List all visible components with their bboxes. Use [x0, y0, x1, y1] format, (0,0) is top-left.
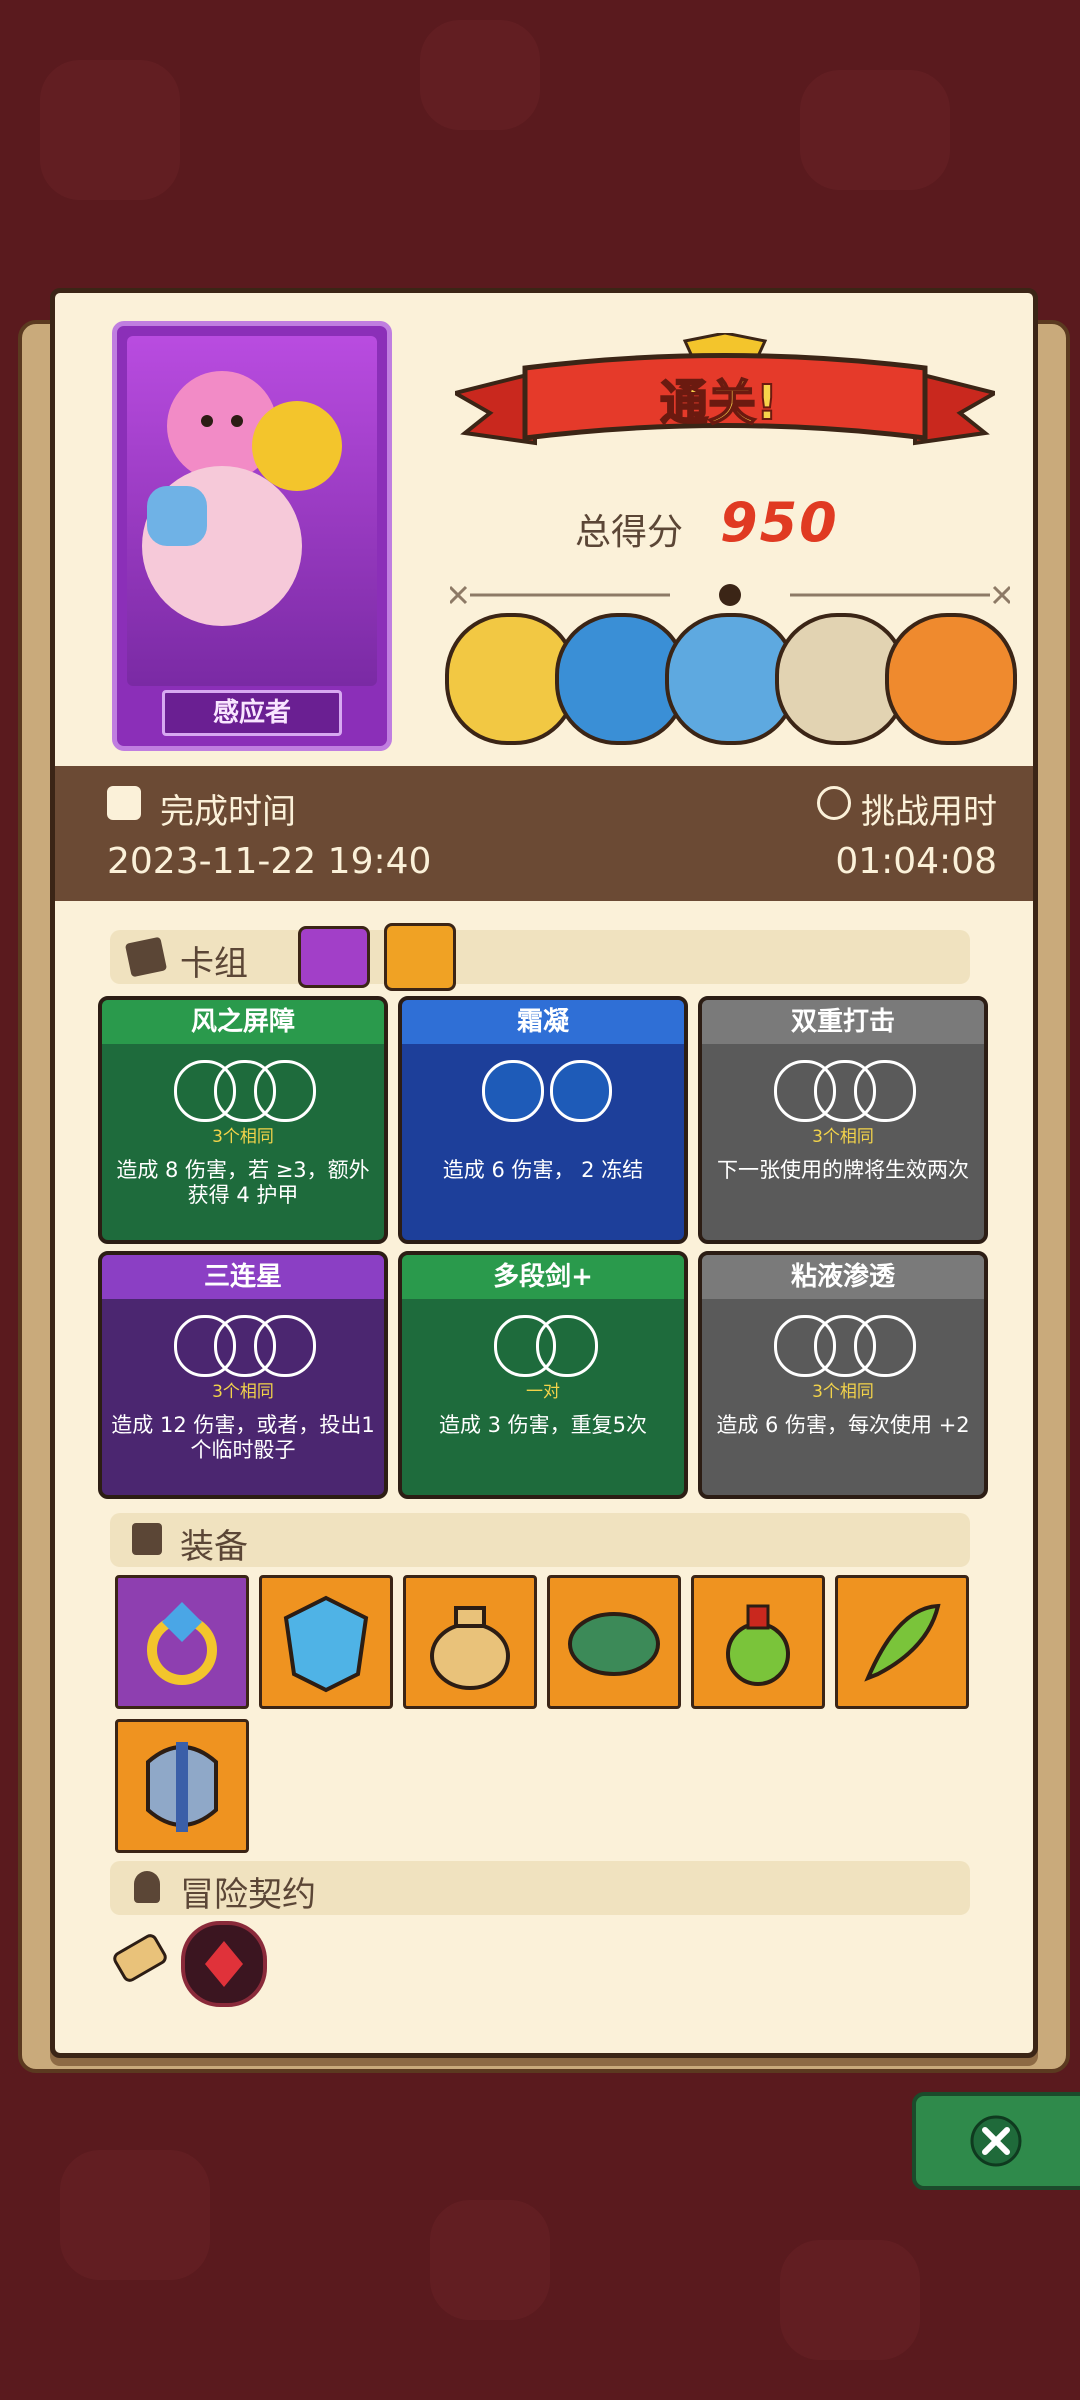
scroll-icon[interactable] — [105, 1923, 175, 1993]
challenge-time-value: 01:04:08 — [835, 841, 997, 882]
deck-section-header: 卡组 — [110, 930, 970, 984]
card-dice-slots — [402, 1060, 684, 1122]
card-double-strike[interactable]: 双重打击 3个相同 下一张使用的牌将生效两次 — [698, 996, 988, 1244]
contract-seal-icon[interactable] — [181, 1921, 267, 2007]
bg-pattern — [40, 60, 180, 200]
character-portrait[interactable]: 感应者 — [112, 321, 392, 751]
card-wind-barrier[interactable]: 风之屏障 3个相同 造成 8 伤害，若 ≥3，额外获得 4 护甲 — [98, 996, 388, 1244]
battle-axe-icon[interactable] — [115, 1719, 249, 1853]
ring-icon[interactable] — [115, 1575, 249, 1709]
card-title: 粘液渗透 — [702, 1255, 984, 1299]
cards-icon — [124, 936, 168, 978]
green-feather-icon[interactable] — [835, 1575, 969, 1709]
card-title: 多段剑+ — [402, 1255, 684, 1299]
bg-pattern — [780, 2240, 920, 2360]
card-dice-slots — [102, 1315, 384, 1377]
card-title: 风之屏障 — [102, 1000, 384, 1044]
card-title: 三连星 — [102, 1255, 384, 1299]
boss-divider — [450, 584, 1010, 606]
complete-time-label: 完成时间 — [160, 792, 296, 832]
poison-potion-icon[interactable] — [691, 1575, 825, 1709]
contract-section-header: 冒险契约 — [110, 1861, 970, 1915]
person-icon — [134, 1871, 160, 1903]
result-panel: 感应者 通关! 总得分 950 完成时间 挑战用时 2023-11-22 19:… — [50, 288, 1038, 2058]
calendar-icon — [107, 786, 141, 820]
card-triple-star[interactable]: 三连星 3个相同 造成 12 伤害，或者，投出1个临时骰子 — [98, 1251, 388, 1499]
bg-pattern — [60, 2150, 210, 2280]
card-dice-slots — [402, 1315, 684, 1377]
card-description: 下一张使用的牌将生效两次 — [717, 1158, 969, 1182]
deck-filter-orange-icon[interactable] — [384, 923, 456, 991]
card-title: 霜凝 — [402, 1000, 684, 1044]
card-description: 造成 3 伤害，重复5次 — [438, 1413, 648, 1437]
card-title: 双重打击 — [702, 1000, 984, 1044]
time-bar: 完成时间 挑战用时 2023-11-22 19:40 01:04:08 — [55, 766, 1033, 901]
card-dice-slots — [102, 1060, 384, 1122]
card-frost[interactable]: 霜凝 造成 6 伤害， 2 冻结 — [398, 996, 688, 1244]
equipment-section-header: 装备 — [110, 1513, 970, 1567]
deck-filter-purple-icon[interactable] — [298, 926, 370, 988]
card-description: 造成 8 伤害，若 ≥3，额外获得 4 护甲 — [116, 1158, 370, 1207]
character-art — [127, 336, 377, 686]
equipment-title: 装备 — [180, 1527, 248, 1567]
card-slime-seep[interactable]: 粘液渗透 3个相同 造成 6 伤害，每次使用 +2 — [698, 1251, 988, 1499]
card-multi-sword[interactable]: 多段剑+ 一对 造成 3 伤害，重复5次 — [398, 1251, 688, 1499]
card-condition: 3个相同 — [212, 1127, 274, 1147]
boss-gem-golem-icon[interactable] — [885, 613, 1017, 745]
card-condition: 3个相同 — [212, 1382, 274, 1402]
card-dice-slots — [702, 1060, 984, 1122]
ice-shield-icon[interactable] — [259, 1575, 393, 1709]
victory-title: 通关! — [659, 374, 779, 432]
card-condition: 3个相同 — [812, 1127, 874, 1147]
card-dice-slots — [702, 1315, 984, 1377]
defeated-bosses — [445, 613, 1017, 745]
bg-pattern — [430, 2200, 550, 2320]
character-name: 感应者 — [162, 690, 342, 736]
close-icon — [970, 2115, 1022, 2167]
score-label: 总得分 — [575, 512, 684, 553]
card-condition: 3个相同 — [812, 1382, 874, 1402]
contract-title: 冒险契约 — [180, 1875, 316, 1915]
challenge-time-label: 挑战用时 — [861, 792, 997, 832]
box-icon — [132, 1523, 162, 1555]
deck-title: 卡组 — [180, 944, 248, 984]
bg-pattern — [420, 20, 540, 130]
card-condition: 一对 — [526, 1382, 560, 1402]
turtle-shell-icon[interactable] — [547, 1575, 681, 1709]
stopwatch-icon — [817, 786, 851, 820]
score-value: 950 — [720, 491, 839, 554]
close-button[interactable] — [912, 2092, 1080, 2190]
money-bag-icon[interactable] — [403, 1575, 537, 1709]
card-description: 造成 6 伤害，每次使用 +2 — [716, 1413, 970, 1437]
complete-time-value: 2023-11-22 19:40 — [107, 841, 432, 882]
card-description: 造成 6 伤害， 2 冻结 — [442, 1158, 644, 1182]
card-description: 造成 12 伤害，或者，投出1个临时骰子 — [111, 1413, 375, 1462]
bg-pattern — [800, 70, 950, 190]
